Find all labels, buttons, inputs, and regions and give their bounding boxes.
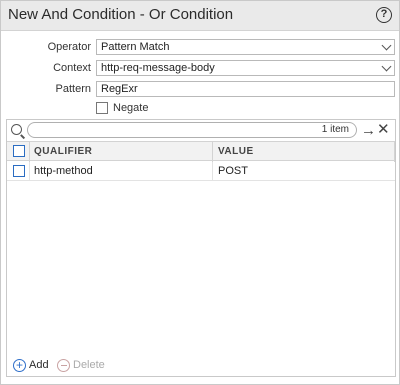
minus-circle-icon [57,359,70,372]
operator-row: Operator Pattern Match [1,39,399,55]
operator-value: Pattern Match [101,41,170,53]
qualifier-cell: http-method [34,165,93,177]
context-row: Context http-req-message-body [1,60,399,76]
value-cell: POST [218,165,248,177]
search-input[interactable]: 1 item [27,122,357,138]
pattern-input[interactable]: RegExr [96,81,395,97]
select-all-checkbox[interactable] [13,145,25,157]
grid-footer: + Add Delete [7,356,395,376]
column-header-value[interactable]: VALUE [218,146,254,157]
dialog: New And Condition - Or Condition ? Opera… [0,0,400,385]
close-icon[interactable]: ✕ [377,122,390,137]
plus-circle-icon: + [13,359,26,372]
delete-label: Delete [73,359,105,371]
context-select[interactable]: http-req-message-body [96,60,395,76]
chevron-down-icon [381,40,392,51]
context-value: http-req-message-body [101,62,215,74]
row-checkbox[interactable] [13,165,25,177]
item-count: 1 item [321,124,349,135]
pattern-row: Pattern RegExr [1,81,399,97]
dialog-titlebar: New And Condition - Or Condition ? [1,1,399,31]
column-divider [212,162,213,181]
table-header: QUALIFIER VALUE [7,141,395,162]
pattern-value: RegExr [101,83,138,95]
operator-label: Operator [47,41,91,53]
table-row[interactable]: http-method POST [7,162,395,181]
add-label: Add [29,359,49,371]
column-header-qualifier[interactable]: QUALIFIER [34,146,92,157]
dialog-title: New And Condition - Or Condition [8,6,234,23]
pattern-label: Pattern [55,83,91,95]
column-divider [212,142,213,162]
column-divider [394,142,395,162]
negate-label: Negate [113,102,149,114]
context-label: Context [53,62,91,74]
negate-checkbox[interactable] [96,102,108,114]
column-divider [29,142,30,162]
column-divider [29,162,30,181]
chevron-down-icon [381,61,392,72]
arrow-right-icon[interactable]: → [361,123,376,138]
grid-toolbar: 1 item → ✕ [7,120,395,141]
search-icon [11,124,22,135]
qualifier-grid: 1 item → ✕ QUALIFIER VALUE http-method P… [6,119,396,377]
help-icon[interactable]: ? [376,7,392,23]
operator-select[interactable]: Pattern Match [96,39,395,55]
